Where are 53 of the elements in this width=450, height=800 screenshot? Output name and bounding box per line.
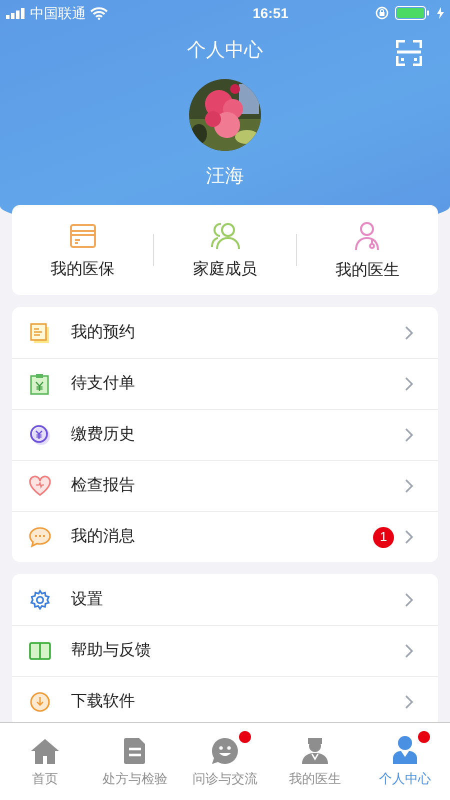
people-icon xyxy=(208,222,241,250)
menu-label: 下载软件 xyxy=(71,692,136,712)
menu-row[interactable]: 帮助与反馈 xyxy=(12,625,438,676)
book-icon xyxy=(28,640,52,662)
menu-label: 帮助与反馈 xyxy=(71,640,152,661)
clipboard-icon xyxy=(29,372,51,396)
chevron-icon xyxy=(404,324,414,340)
battery-icon xyxy=(395,6,431,20)
shortcut-button[interactable]: 我的医生 xyxy=(296,217,438,283)
chevron-icon xyxy=(404,427,414,443)
card-icon xyxy=(68,222,97,250)
scan-button[interactable] xyxy=(396,40,422,66)
wifi-icon xyxy=(90,6,108,20)
chevron-icon xyxy=(404,592,414,608)
menu-row[interactable]: 检查报告 xyxy=(12,460,438,511)
user-name: 汪海 xyxy=(206,165,244,189)
chevron-icon xyxy=(404,694,414,710)
menu-row[interactable]: 设置 xyxy=(12,574,438,625)
shortcut-button[interactable]: 我的医保 xyxy=(12,218,154,282)
menu-row[interactable]: 缴费历史 xyxy=(12,409,438,460)
rotation-lock-icon xyxy=(375,6,389,20)
chevron-icon xyxy=(404,529,414,545)
unread-count: 1 xyxy=(373,526,394,548)
document-icon xyxy=(123,737,147,765)
smiley-chat-icon xyxy=(211,737,239,765)
menu-label: 设置 xyxy=(71,590,104,610)
status-time: 16:51 xyxy=(252,4,288,22)
settings-icon xyxy=(29,588,51,610)
menu-label: 我的消息 xyxy=(71,526,136,547)
chat-bubble-icon xyxy=(28,526,52,548)
menu-label: 缴费历史 xyxy=(71,424,136,445)
doctor-icon xyxy=(353,221,382,251)
menu-row[interactable]: 我的消息 1 xyxy=(12,511,438,562)
home-icon xyxy=(30,737,60,765)
signal-icon xyxy=(6,8,26,18)
heart-icon xyxy=(28,475,52,497)
chevron-icon xyxy=(404,376,414,392)
menu-label: 我的预约 xyxy=(71,322,136,342)
page-title: 个人中心 xyxy=(187,38,263,63)
chevron-icon xyxy=(404,478,414,494)
menu-row[interactable]: 我的预约 xyxy=(12,307,438,358)
menu-label: 检查报告 xyxy=(71,476,136,496)
doctor-icon xyxy=(301,735,329,765)
menu-label: 待支付单 xyxy=(71,374,136,394)
chevron-icon xyxy=(404,643,414,659)
menu-row[interactable]: 待支付单 xyxy=(12,358,438,409)
shortcut-button[interactable]: 家庭成员 xyxy=(154,218,296,282)
charging-icon xyxy=(437,7,444,19)
coin-icon xyxy=(29,424,51,446)
document-icon xyxy=(29,322,51,344)
person-icon xyxy=(392,735,418,765)
carrier-name: 中国联通 xyxy=(30,4,86,22)
download-icon xyxy=(29,691,51,713)
